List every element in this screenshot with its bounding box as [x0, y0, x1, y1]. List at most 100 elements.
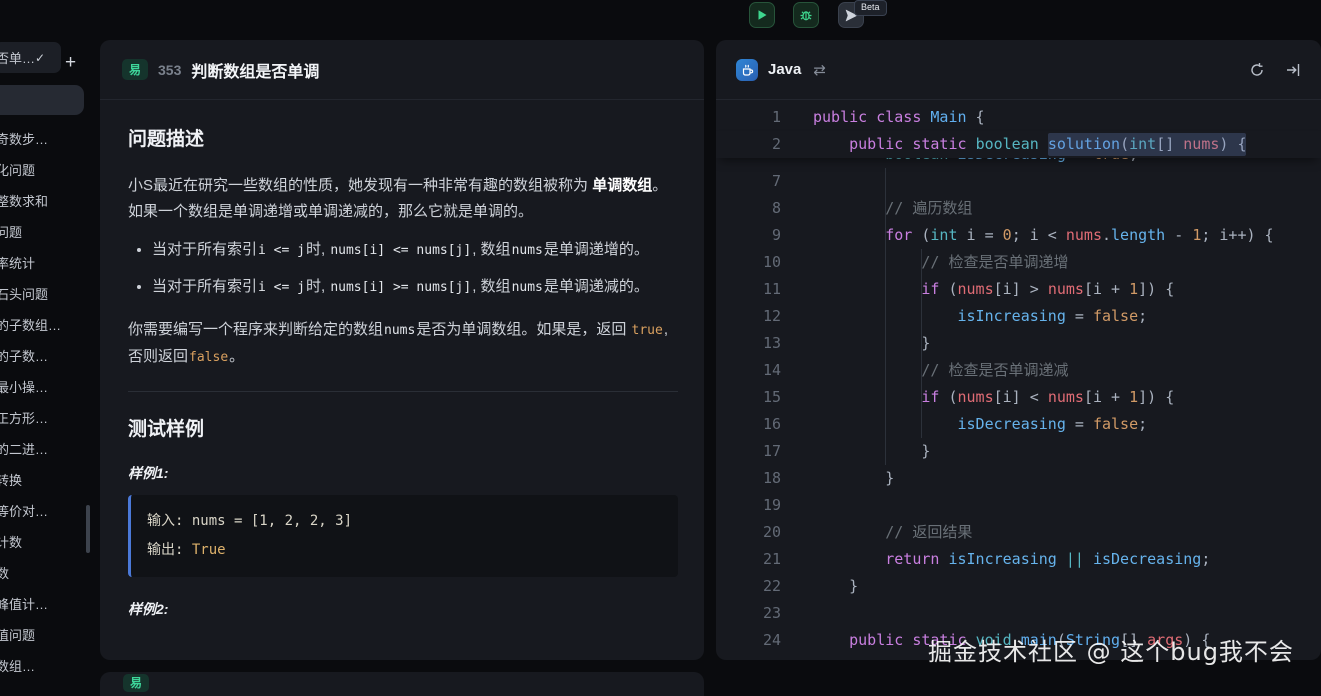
sidebar-scrollbar[interactable] — [86, 505, 90, 553]
sidebar-item[interactable]: 计数 — [0, 526, 92, 557]
sidebar-item[interactable]: 峰值计… — [0, 588, 92, 619]
text-segment: false — [188, 350, 229, 365]
code-line: 13 } — [716, 330, 1321, 357]
sidebar-item[interactable]: 否单…✓ — [0, 42, 61, 73]
sidebar-item-label: 的子数… — [0, 346, 48, 365]
sidebar-item[interactable]: 的二进… — [0, 433, 92, 464]
debug-button[interactable] — [793, 2, 819, 28]
code-token: boolean — [885, 158, 948, 163]
sidebar-item[interactable]: 数 — [0, 557, 92, 588]
text-segment: i <= j — [257, 243, 306, 258]
sidebar-item[interactable]: 正方形… — [0, 402, 92, 433]
sidebar-item[interactable]: 奇数步… — [0, 123, 92, 154]
add-icon[interactable]: + — [65, 55, 76, 71]
code-token — [1084, 550, 1093, 568]
line-number: 20 — [716, 519, 781, 546]
code-token — [903, 135, 912, 153]
text-segment: nums[i] >= nums[j] — [329, 280, 472, 295]
sidebar-active-box[interactable] — [0, 85, 84, 115]
sidebar-item[interactable]: 化问题 — [0, 154, 92, 185]
line-content: // 检查是否单调递增 — [813, 249, 1068, 276]
code-token: ; i < — [1012, 226, 1066, 244]
description-paragraph: 小S最近在研究一些数组的性质，她发现有一种非常有趣的数组被称为 单调数组。如果一… — [128, 173, 678, 225]
sidebar-item[interactable]: 数组… — [0, 650, 92, 681]
code-editor[interactable]: 1public class Main {2 public static bool… — [716, 100, 1321, 654]
reset-code-icon[interactable] — [1249, 62, 1265, 78]
line-content: isDecreasing = false; — [813, 411, 1147, 438]
sidebar-item[interactable]: 整数求和 — [0, 185, 92, 216]
line-content: } — [813, 573, 858, 600]
sidebar-item[interactable]: 石头问题 — [0, 278, 92, 309]
code-token: } — [813, 577, 858, 595]
code-token: return — [885, 550, 939, 568]
next-problem-card-peek[interactable]: 易 — [100, 672, 704, 696]
difficulty-badge-peek: 易 — [123, 674, 149, 692]
code-line: 12 isIncreasing = false; — [716, 303, 1321, 330]
code-token: void — [976, 631, 1012, 649]
code-token: . — [1102, 226, 1111, 244]
code-line: 20 // 返回结果 — [716, 519, 1321, 546]
code-token: [i + — [1084, 388, 1129, 406]
problem-panel: 易 353 判断数组是否单调 问题描述 小S最近在研究一些数组的性质，她发现有一… — [100, 40, 704, 660]
code-token: String — [1066, 631, 1120, 649]
text-segment: nums — [511, 280, 544, 295]
code-token: || — [1066, 550, 1084, 568]
problem-content: 问题描述 小S最近在研究一些数组的性质，她发现有一种非常有趣的数组被称为 单调数… — [100, 100, 704, 619]
code-token: public — [849, 135, 903, 153]
text-segment: 是单调递减的。 — [544, 278, 649, 295]
text-segment: true — [631, 323, 664, 338]
run-button[interactable] — [749, 2, 775, 28]
code-line: 23 — [716, 600, 1321, 627]
collapse-panel-icon[interactable] — [1285, 62, 1301, 78]
line-number: 7 — [716, 168, 781, 195]
code-token: ]) { — [1138, 388, 1174, 406]
sidebar-item-label: 值问题 — [0, 625, 35, 644]
sidebar-item-label: 数组… — [0, 656, 35, 675]
code-line: 11 if (nums[i] > nums[i + 1]) { — [716, 276, 1321, 303]
sidebar-item[interactable]: 的子数组… — [0, 309, 92, 340]
code-token: public — [813, 108, 867, 126]
sidebar-item[interactable]: 的子数… — [0, 340, 92, 371]
sidebar-item[interactable]: 转换 — [0, 464, 92, 495]
text-segment: nums[i] <= nums[j] — [329, 243, 472, 258]
bullet-item: 当对于所有索引i <= j时, nums[i] >= nums[j], 数组nu… — [152, 274, 678, 301]
code-token — [813, 135, 849, 153]
code-token: = — [1066, 158, 1093, 163]
code-token: if — [921, 388, 939, 406]
example1-block: 输入: nums = [1, 2, 2, 3]输出: True — [128, 495, 678, 577]
problem-sidebar: + 否单…✓ 奇数步… 化问题整数求和问题率统计石头问题的子数组… 的子数… 最小操…正… — [0, 40, 92, 683]
line-content: public static void main(String[] args) { — [813, 627, 1210, 654]
sidebar-item[interactable]: 值问题 — [0, 619, 92, 650]
line-content: } — [813, 465, 894, 492]
sidebar-item[interactable]: 问题 — [0, 216, 92, 247]
code-token — [813, 388, 921, 406]
code-token: // 返回结果 — [885, 523, 972, 541]
code-token — [813, 550, 885, 568]
language-switch-icon[interactable]: ⇄ — [813, 61, 826, 79]
line-content: // 返回结果 — [813, 519, 972, 546]
sidebar-item[interactable]: 最小操… — [0, 371, 92, 402]
difficulty-badge: 易 — [122, 59, 148, 80]
line-number: 19 — [716, 492, 781, 519]
description-paragraph-2: 你需要编写一个程序来判断给定的数组nums是否为单调数组。如果是，返回 true… — [128, 317, 678, 371]
code-token: Main — [930, 108, 966, 126]
line-content: if (nums[i] > nums[i + 1]) { — [813, 276, 1174, 303]
code-token: } — [813, 334, 930, 352]
code-token — [813, 158, 885, 163]
section-heading-description: 问题描述 — [128, 124, 678, 151]
code-line: 18 } — [716, 465, 1321, 492]
text-segment: 单调数组 — [592, 177, 652, 194]
sidebar-item-label: 峰值计… — [0, 594, 48, 613]
sidebar-item[interactable]: 等价对… — [0, 495, 92, 526]
example-line: 输出: True — [147, 536, 662, 565]
line-number: 15 — [716, 384, 781, 411]
code-token: boolean — [976, 135, 1039, 153]
text-segment: 输入: — [147, 513, 192, 529]
sidebar-item-label: 奇数步… — [0, 129, 48, 148]
code-token: args — [1147, 631, 1183, 649]
line-number: 12 — [716, 303, 781, 330]
code-token: ( — [939, 388, 957, 406]
sidebar-item-label: 计数 — [0, 532, 22, 551]
code-token: isIncreasing — [958, 307, 1066, 325]
sidebar-item[interactable]: 率统计 — [0, 247, 92, 278]
